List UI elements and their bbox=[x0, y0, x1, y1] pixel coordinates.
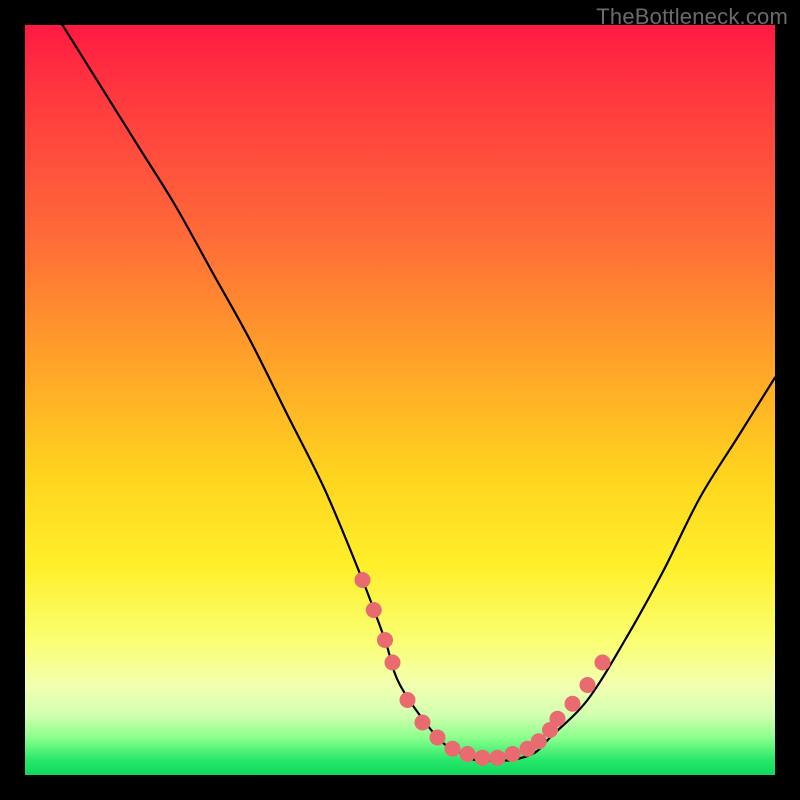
marker-dot bbox=[460, 746, 476, 762]
chart-svg bbox=[25, 25, 775, 775]
curve-markers bbox=[355, 572, 611, 766]
attribution-label: TheBottleneck.com bbox=[596, 4, 788, 30]
marker-dot bbox=[505, 746, 521, 762]
marker-dot bbox=[430, 730, 446, 746]
bottleneck-curve bbox=[63, 25, 776, 761]
marker-dot bbox=[580, 677, 596, 693]
marker-dot bbox=[595, 655, 611, 671]
marker-dot bbox=[385, 655, 401, 671]
marker-dot bbox=[366, 602, 382, 618]
plot-area bbox=[25, 25, 775, 775]
marker-dot bbox=[475, 750, 491, 766]
marker-dot bbox=[565, 696, 581, 712]
marker-dot bbox=[355, 572, 371, 588]
marker-dot bbox=[445, 741, 461, 757]
marker-dot bbox=[550, 711, 566, 727]
chart-frame: TheBottleneck.com bbox=[0, 0, 800, 800]
marker-dot bbox=[377, 632, 393, 648]
marker-dot bbox=[490, 750, 506, 766]
marker-dot bbox=[400, 692, 416, 708]
marker-dot bbox=[415, 715, 431, 731]
